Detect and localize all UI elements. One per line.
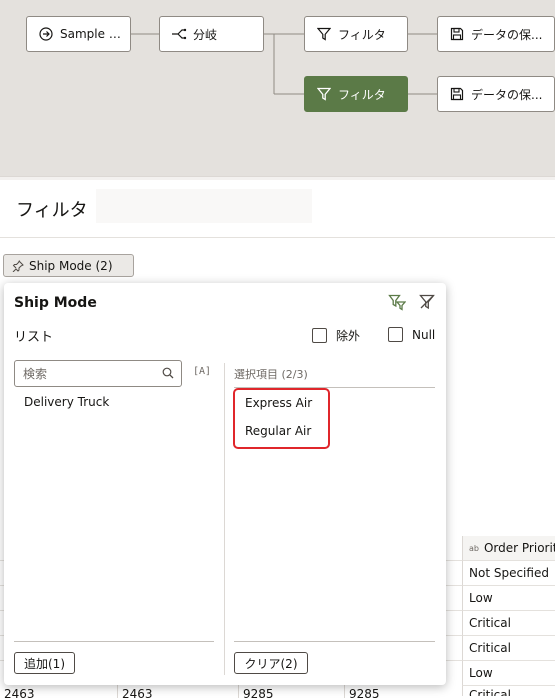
flow-node-save-1[interactable]: データの保...: [437, 16, 555, 52]
save-icon: [449, 26, 465, 42]
list-type-label: リスト: [14, 330, 54, 345]
flow-node-label: Sample Or...: [60, 27, 130, 41]
null-checkbox[interactable]: Null: [388, 327, 435, 342]
flow-node-source[interactable]: Sample Or...: [26, 16, 131, 52]
null-label: Null: [412, 327, 436, 342]
text-type-icon: ab: [469, 543, 479, 553]
table-cell[interactable]: Not Specified: [462, 560, 555, 585]
search-placeholder: 検索: [23, 367, 48, 381]
search-icon[interactable]: [162, 367, 174, 382]
list-item[interactable]: Delivery Truck: [24, 395, 109, 409]
table-cell[interactable]: Critical: [462, 635, 555, 660]
checkbox-box[interactable]: [312, 328, 327, 343]
flow-node-filter-1[interactable]: フィルタ: [304, 16, 408, 52]
pin-icon: [12, 259, 24, 272]
table-cell[interactable]: Critical: [462, 610, 555, 635]
flow-canvas: Sample Or... 分岐 フィルタ データの保... フィルタ データの保…: [0, 0, 555, 176]
highlight-box: [233, 388, 330, 449]
clear-filter-icon[interactable]: [418, 293, 436, 311]
flow-node-save-2[interactable]: データの保...: [437, 76, 555, 112]
case-sensitive-toggle[interactable]: [A]: [193, 366, 211, 377]
table-cell[interactable]: Low: [462, 585, 555, 610]
save-icon: [449, 86, 465, 102]
selected-items-header: 選択項目 (2/3): [234, 368, 308, 381]
column-header-label: Order Priorit: [483, 541, 555, 555]
checkbox-box[interactable]: [388, 327, 403, 342]
flow-node-label: 分岐: [193, 27, 218, 42]
footer-line: [14, 641, 214, 642]
add-button[interactable]: 追加(1): [14, 652, 75, 674]
flow-node-branch[interactable]: 分岐: [159, 16, 264, 52]
flow-node-filter-2[interactable]: フィルタ: [304, 76, 408, 112]
auto-apply-filter-icon[interactable]: [388, 293, 406, 311]
flow-node-label: データの保...: [471, 27, 543, 42]
search-input[interactable]: 検索: [14, 360, 182, 387]
branch-icon: [171, 26, 187, 42]
arrow-circle-icon: [38, 26, 54, 42]
flow-node-label: データの保...: [471, 87, 543, 102]
filter-popup: Ship Mode リスト 除外 Null 検索 [A] Delivery Tr…: [4, 283, 446, 685]
filter-icon: [316, 26, 332, 42]
filter-chip-ship-mode[interactable]: Ship Mode (2): [3, 254, 134, 277]
exclude-label: 除外: [336, 329, 361, 343]
exclude-checkbox[interactable]: 除外: [312, 327, 360, 344]
flow-node-label: フィルタ: [338, 87, 386, 102]
column-header-order-priority[interactable]: ab Order Priorit: [462, 536, 555, 560]
clear-button[interactable]: クリア(2): [234, 652, 308, 674]
popup-title: Ship Mode: [14, 295, 97, 311]
column-divider: [224, 363, 225, 675]
filter-chip-label: Ship Mode (2): [29, 258, 113, 273]
footer-line: [234, 641, 435, 642]
step-description-input[interactable]: [96, 189, 312, 223]
header-divider: [0, 237, 555, 238]
panel-splitter[interactable]: [0, 176, 555, 180]
table-cell[interactable]: Low: [462, 660, 555, 685]
filter-icon: [316, 86, 332, 102]
step-title: フィルタ: [16, 200, 88, 221]
flow-node-label: フィルタ: [338, 27, 386, 42]
